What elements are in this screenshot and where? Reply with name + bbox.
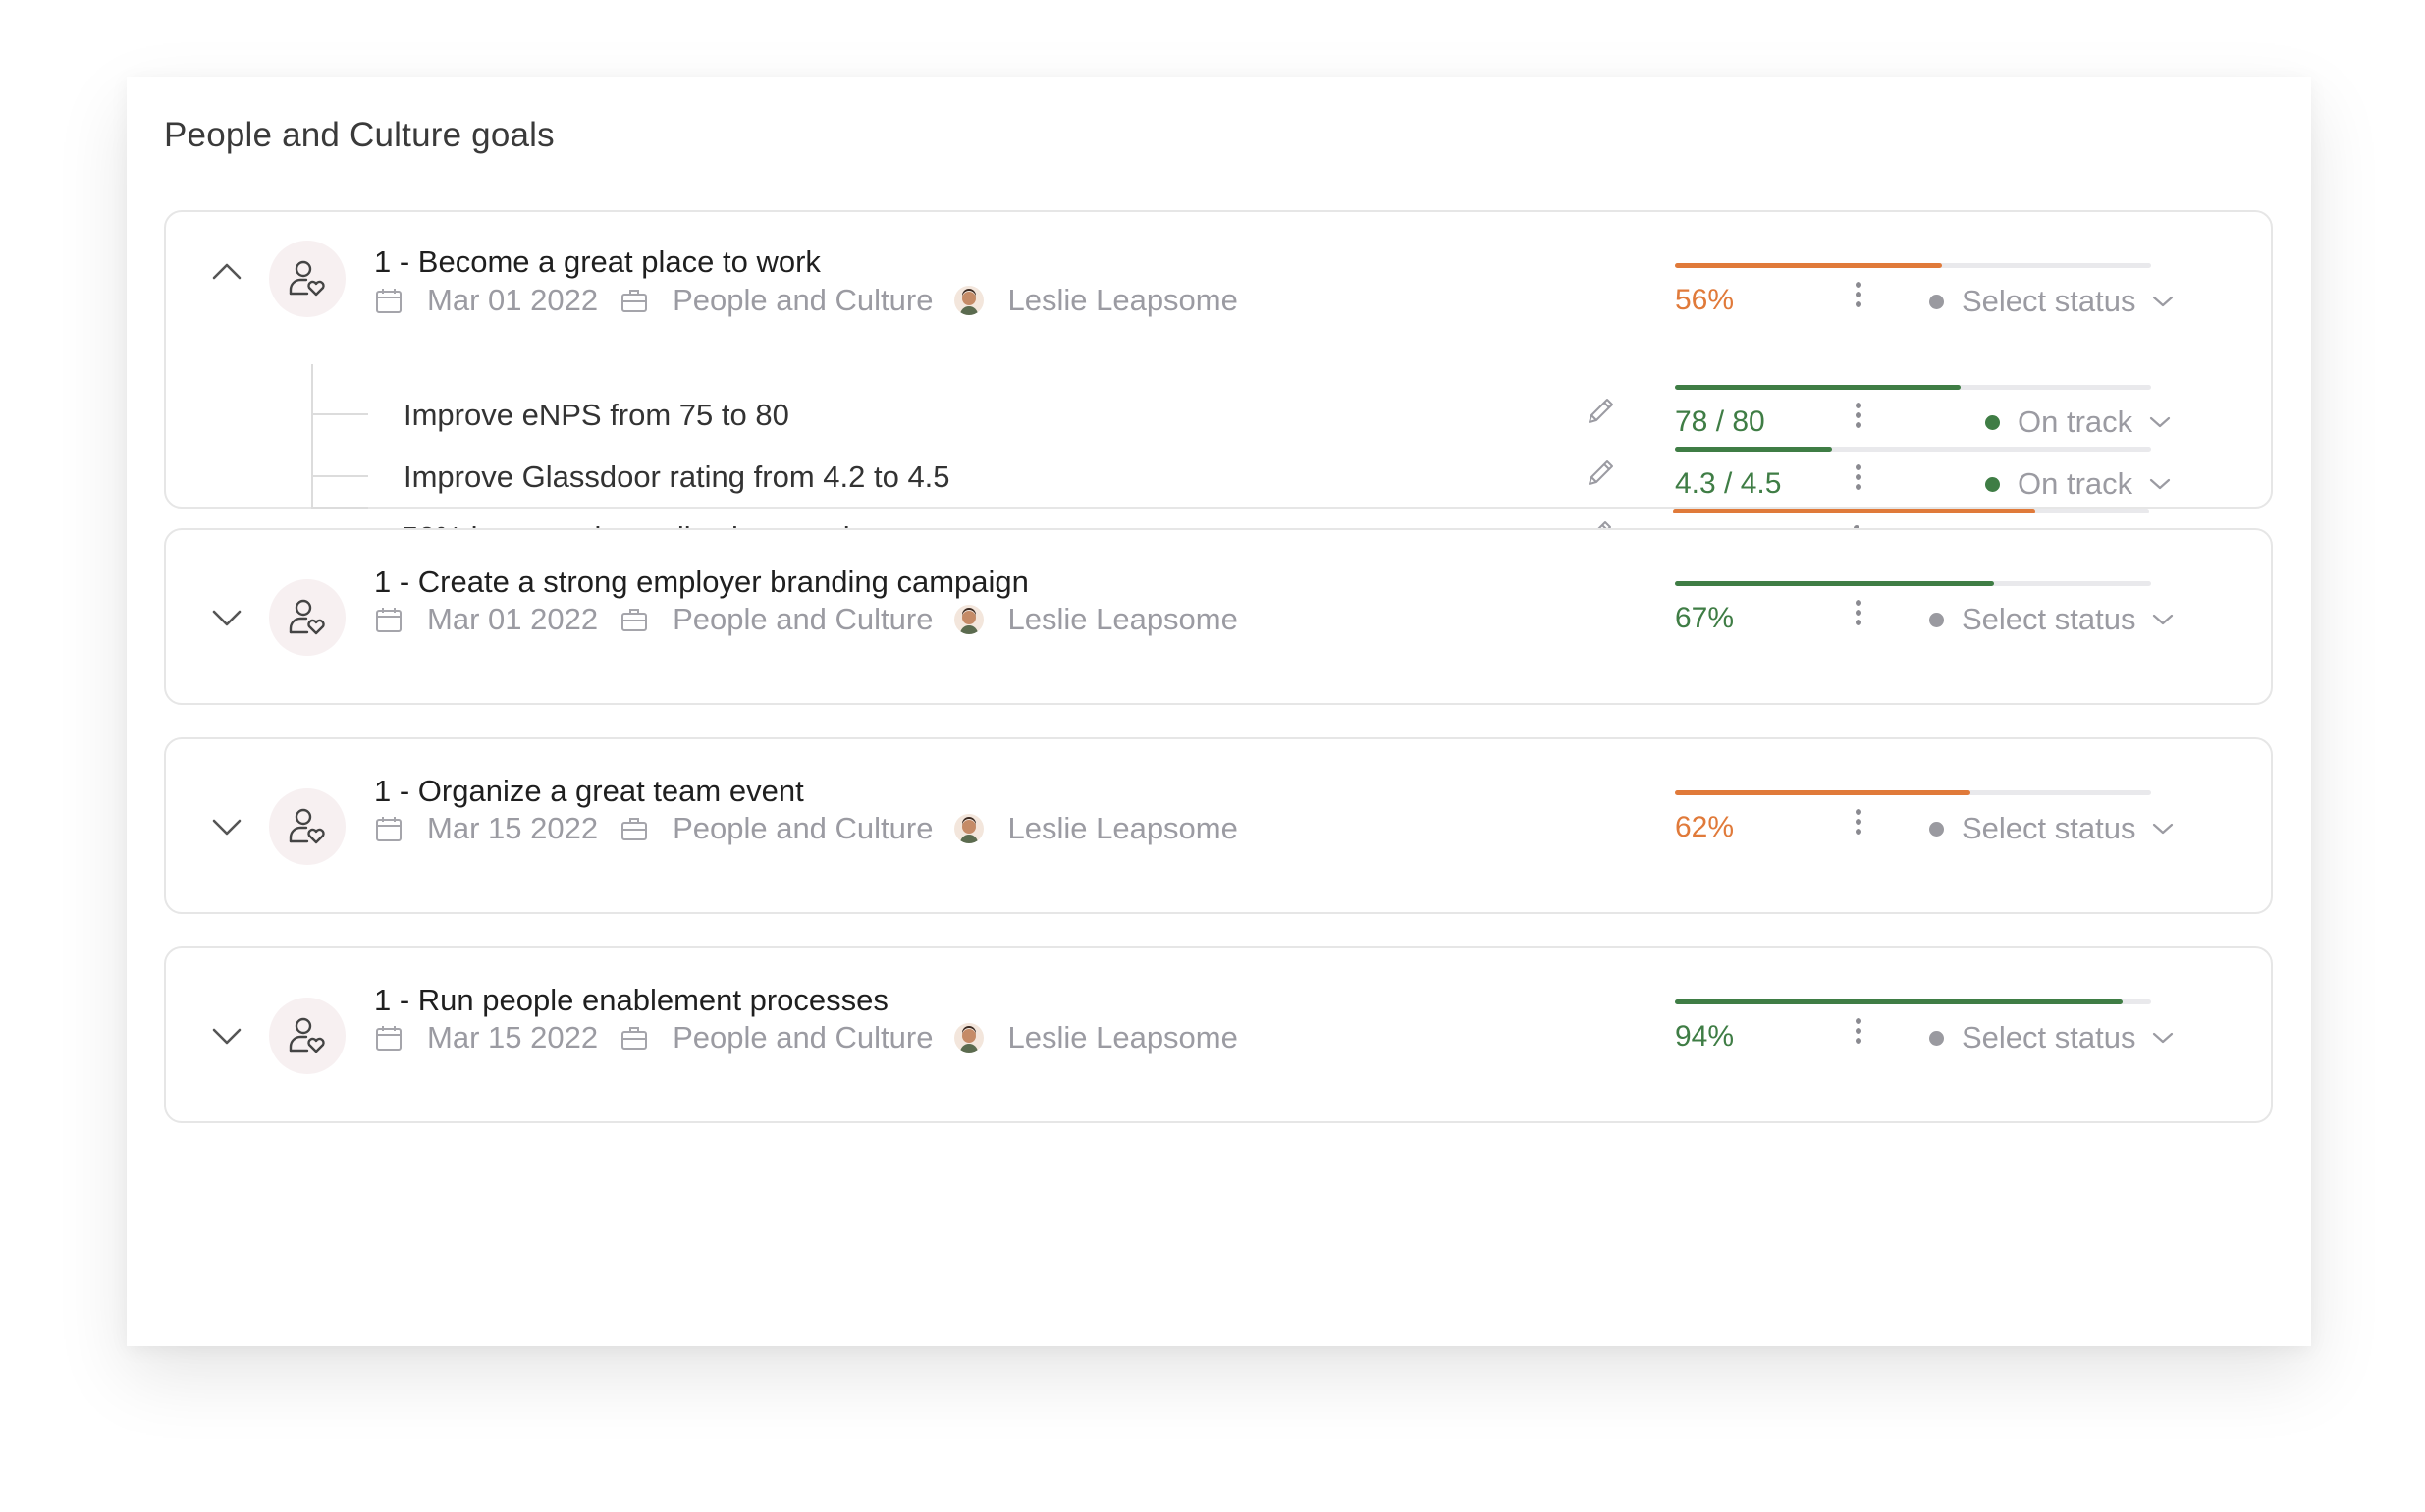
- goal-card: 1 - Create a strong employer branding ca…: [164, 528, 2273, 705]
- avatar: [954, 1023, 985, 1053]
- status-select[interactable]: Select status: [1929, 1020, 2175, 1055]
- calendar-icon: [376, 608, 402, 632]
- progress-bar: [1675, 999, 2151, 1004]
- progress-bar: [1675, 581, 2151, 586]
- goal-team: People and Culture: [673, 602, 934, 636]
- goal-date: Mar 15 2022: [427, 811, 599, 845]
- status-dot: [1929, 821, 1944, 837]
- goal-meta: Mar 01 2022 People and Culture Leslie Le…: [374, 602, 1238, 637]
- goal-team: People and Culture: [673, 811, 934, 845]
- briefcase-icon: [621, 818, 648, 840]
- status-select[interactable]: Select status: [1929, 602, 2175, 637]
- chevron-down-icon[interactable]: [210, 1026, 243, 1048]
- briefcase-icon: [621, 609, 648, 631]
- status-dot: [1929, 1030, 1944, 1046]
- goal-card: 1 - Organize a great team event Mar 15 2…: [164, 737, 2273, 914]
- goal-date: Mar 01 2022: [427, 602, 599, 636]
- chevron-down-icon: [2153, 614, 2174, 625]
- progress-value: 94%: [1675, 1020, 1735, 1053]
- goal-meta: Mar 15 2022 People and Culture Leslie Le…: [374, 811, 1238, 846]
- key-result-row: 50% increase in applications vs. last qu…: [164, 210, 2273, 562]
- person-heart-icon: [269, 788, 346, 865]
- goal-title[interactable]: 1 - Create a strong employer branding ca…: [374, 565, 1029, 600]
- goal-title[interactable]: 1 - Organize a great team event: [374, 774, 804, 809]
- chevron-down-icon[interactable]: [210, 817, 243, 838]
- more-options-icon[interactable]: [1854, 598, 1863, 627]
- chevron-down-icon[interactable]: [210, 608, 243, 629]
- chevron-down-icon: [2153, 823, 2174, 835]
- person-heart-icon: [269, 579, 346, 656]
- goal-date: Mar 15 2022: [427, 1020, 599, 1054]
- status-dot: [1929, 612, 1944, 627]
- progress-value: 67%: [1675, 602, 1735, 634]
- briefcase-icon: [621, 1027, 648, 1050]
- status-select[interactable]: Select status: [1929, 811, 2175, 846]
- calendar-icon: [376, 1026, 402, 1051]
- more-options-icon[interactable]: [1854, 807, 1863, 837]
- goal-title[interactable]: 1 - Run people enablement processes: [374, 983, 889, 1018]
- goal-owner[interactable]: Leslie Leapsome: [1007, 1020, 1237, 1055]
- avatar: [954, 605, 985, 634]
- goal-owner[interactable]: Leslie Leapsome: [1007, 602, 1237, 637]
- person-heart-icon: [269, 998, 346, 1074]
- calendar-icon: [376, 817, 402, 841]
- progress-bar: [1675, 790, 2151, 795]
- goal-team: People and Culture: [673, 1020, 934, 1054]
- goal-meta: Mar 15 2022 People and Culture Leslie Le…: [374, 1020, 1238, 1055]
- goals-panel: People and Culture goals 1 - Become a gr…: [127, 77, 2311, 1346]
- goal-card: 1 - Run people enablement processes Mar …: [164, 946, 2273, 1123]
- page-title: People and Culture goals: [164, 116, 555, 154]
- progress-value: 62%: [1675, 811, 1735, 843]
- progress-bar: [1673, 509, 2149, 513]
- chevron-down-icon: [2153, 1032, 2174, 1044]
- more-options-icon[interactable]: [1854, 1016, 1863, 1046]
- goal-owner[interactable]: Leslie Leapsome: [1007, 811, 1237, 846]
- avatar: [954, 814, 985, 843]
